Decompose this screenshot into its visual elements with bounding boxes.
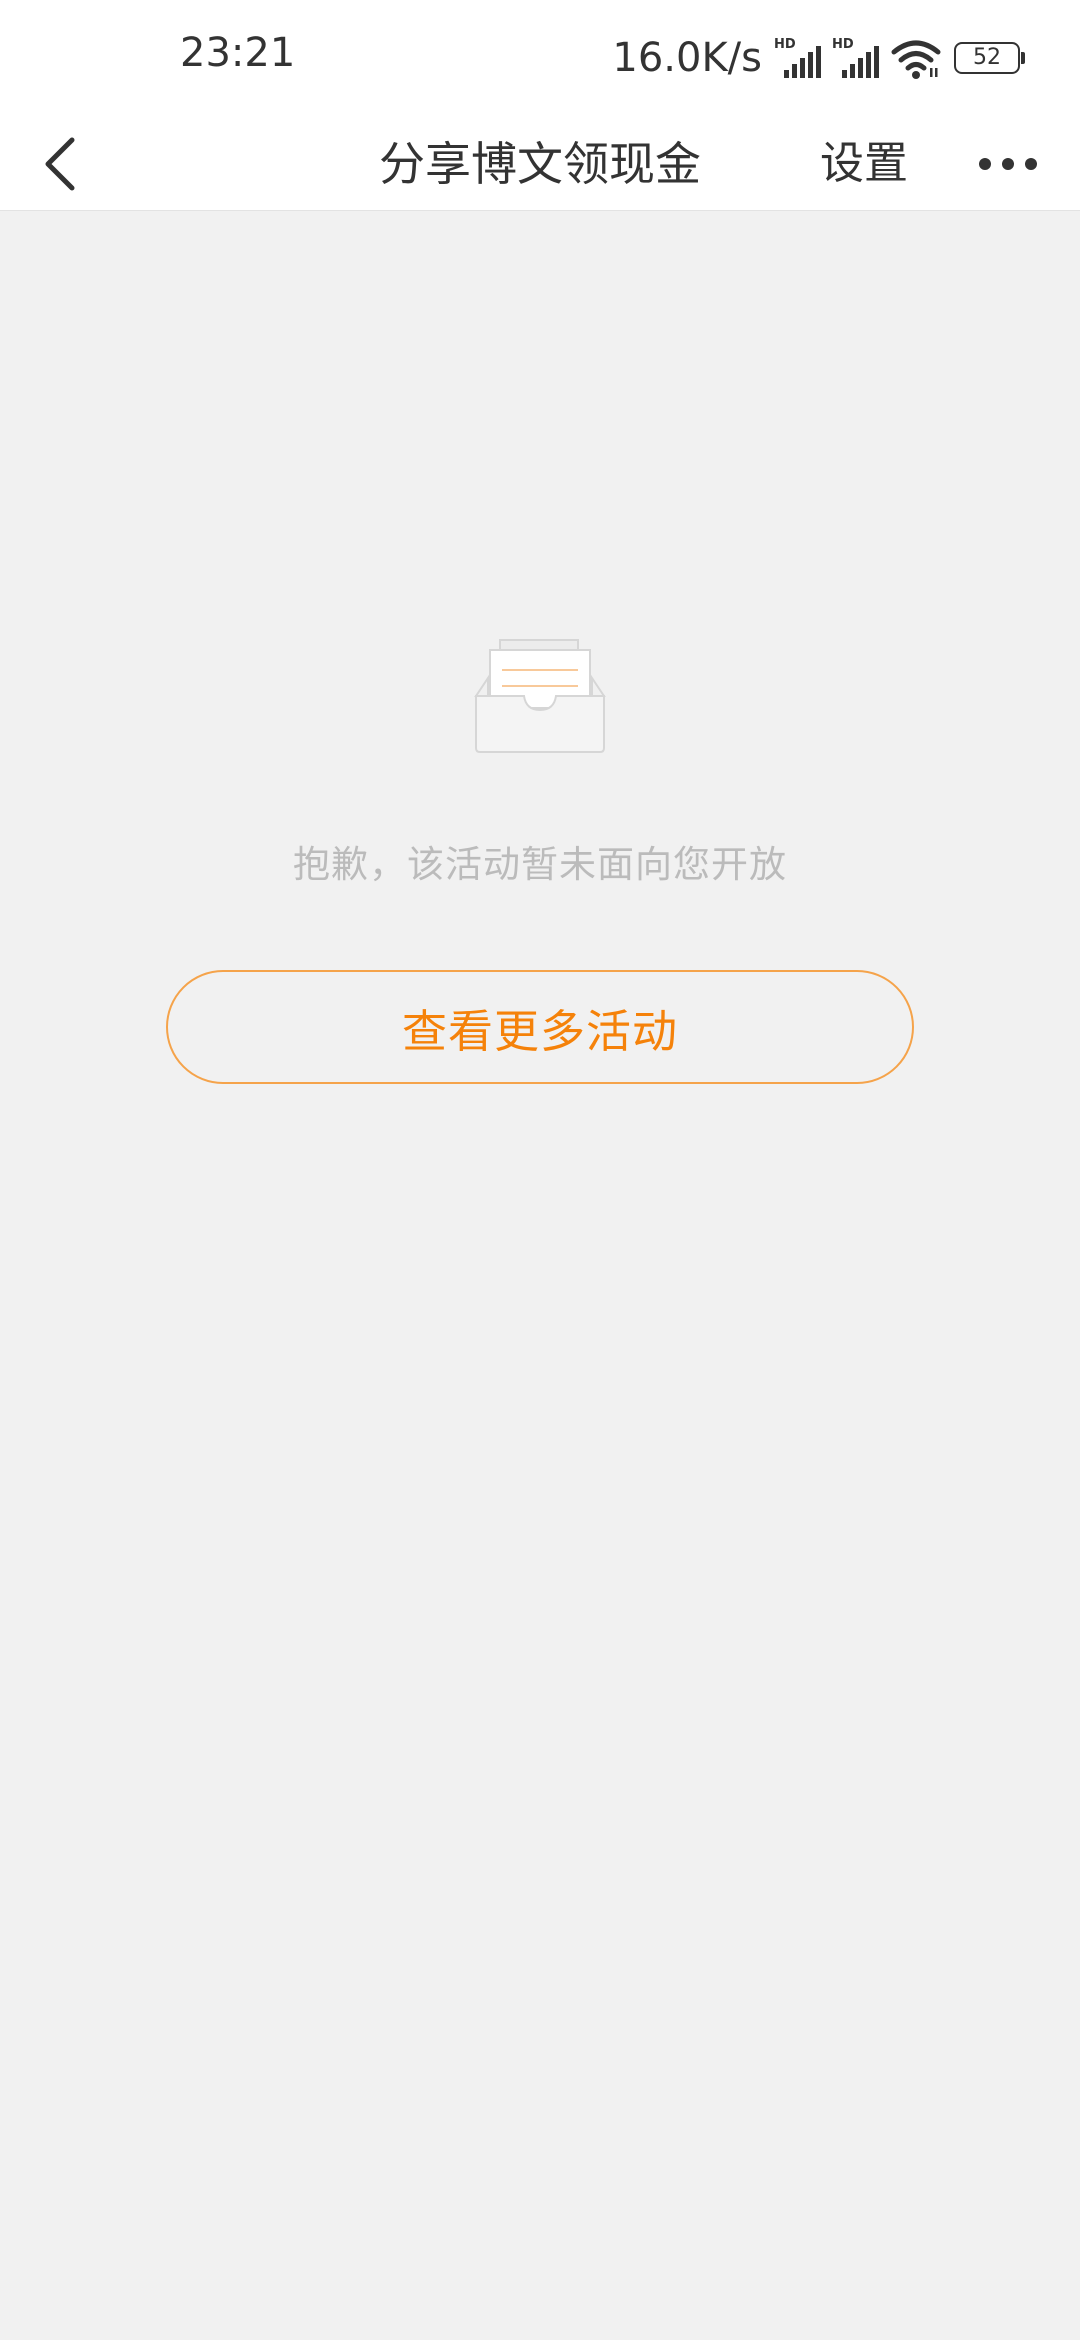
- status-time: 23:21: [180, 30, 296, 76]
- network-speed: 16.0K/s: [612, 35, 762, 81]
- navigation-bar: 分享博文领现金 设置: [0, 118, 1080, 211]
- signal-2-label: HD: [832, 37, 854, 52]
- battery-icon: 52: [954, 42, 1026, 74]
- hd-signal-icon: HD: [774, 37, 821, 78]
- signal-1-label: HD: [774, 37, 796, 52]
- status-bar: 23:21 16.0K/s HD HD 52: [0, 0, 1080, 118]
- settings-button[interactable]: 设置: [820, 118, 908, 210]
- wifi-icon: [891, 40, 941, 79]
- more-dots-icon: [979, 158, 1037, 170]
- more-button[interactable]: [968, 118, 1048, 210]
- empty-state-message: 抱歉，该活动暂未面向您开放: [293, 843, 787, 886]
- hd-signal-icon: HD: [832, 37, 879, 78]
- page-title: 分享博文领现金: [379, 137, 701, 191]
- empty-box-icon: [474, 639, 606, 753]
- battery-level: 52: [973, 45, 1001, 70]
- view-more-activities-button[interactable]: 查看更多活动: [166, 970, 914, 1084]
- status-icons: 16.0K/s HD HD 52: [612, 26, 1026, 90]
